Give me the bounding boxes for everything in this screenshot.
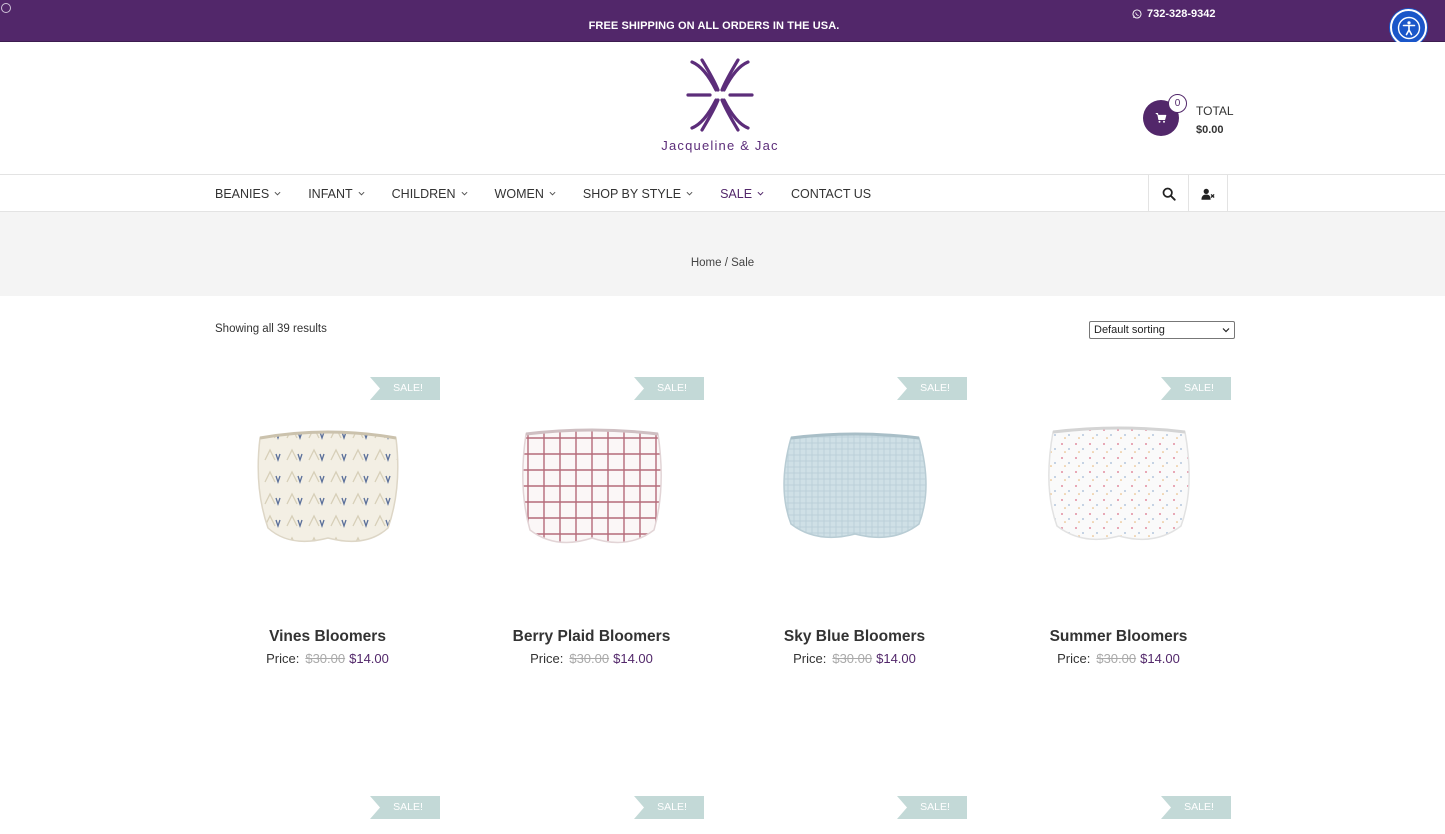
cart-count-badge: 0 bbox=[1168, 94, 1187, 113]
chevron-down-icon bbox=[757, 191, 764, 196]
sale-badge: SALE! bbox=[370, 796, 440, 819]
nav-item-label: INFANT bbox=[308, 186, 353, 201]
chevron-down-icon bbox=[274, 191, 281, 196]
bloomers-image bbox=[257, 430, 399, 542]
nav-item-label: BEANIES bbox=[215, 186, 270, 201]
sale-price: $14.00 bbox=[1140, 651, 1180, 666]
sale-badge: SALE! bbox=[897, 796, 967, 819]
sort-select[interactable]: Default sorting bbox=[1089, 321, 1235, 339]
price-label: Price: bbox=[530, 651, 564, 666]
bloomers-image bbox=[783, 432, 927, 538]
price-label: Price: bbox=[266, 651, 300, 666]
product-name[interactable]: Vines Bloomers bbox=[215, 628, 440, 646]
breadcrumb: Home / Sale bbox=[0, 257, 1445, 269]
chevron-down-icon bbox=[461, 191, 468, 196]
sale-price: $14.00 bbox=[613, 651, 653, 666]
user-icon bbox=[1201, 188, 1215, 200]
result-count: Showing all 39 results bbox=[215, 323, 327, 335]
product-image-berry-plaid-bloomers[interactable] bbox=[479, 385, 704, 585]
main-navigation: BEANIES INFANT CHILDREN WOMEN SHOP BY ST… bbox=[0, 175, 1445, 212]
price-label: Price: bbox=[1057, 651, 1091, 666]
chevron-down-icon bbox=[358, 191, 365, 196]
price-label: Price: bbox=[793, 651, 827, 666]
whatsapp-icon bbox=[1132, 9, 1142, 19]
search-button[interactable] bbox=[1148, 175, 1188, 212]
phone-number: 732-328-9342 bbox=[1147, 8, 1216, 20]
chevron-down-icon bbox=[686, 191, 693, 196]
corner-circle-icon bbox=[1, 3, 11, 13]
sale-price: $14.00 bbox=[876, 651, 916, 666]
sale-price: $14.00 bbox=[349, 651, 389, 666]
nav-item-beanies[interactable]: BEANIES bbox=[215, 187, 281, 201]
account-button[interactable] bbox=[1188, 175, 1228, 212]
nav-item-label: CONTACT US bbox=[791, 186, 872, 201]
original-price: $30.00 bbox=[305, 651, 346, 666]
breadcrumb-home-link[interactable]: Home bbox=[691, 257, 722, 269]
original-price: $30.00 bbox=[1096, 651, 1137, 666]
original-price: $30.00 bbox=[832, 651, 873, 666]
accessibility-button[interactable] bbox=[1390, 9, 1427, 46]
chevron-down-icon bbox=[549, 191, 556, 196]
accessibility-icon bbox=[1397, 16, 1420, 39]
product-price: Price: $30.00 $14.00 bbox=[742, 651, 967, 666]
original-price: $30.00 bbox=[569, 651, 610, 666]
sale-badge: SALE! bbox=[634, 796, 704, 819]
product-price: Price: $30.00 $14.00 bbox=[479, 651, 704, 666]
product-image-vines-bloomers[interactable] bbox=[215, 385, 440, 585]
nav-item-label: WOMEN bbox=[494, 186, 544, 201]
nav-item-contact-us[interactable]: CONTACT US bbox=[791, 187, 871, 201]
product-image-sky-blue-bloomers[interactable] bbox=[742, 385, 967, 585]
logo-wordmark: Jacqueline & Jac bbox=[661, 138, 779, 153]
product-name[interactable]: Sky Blue Bloomers bbox=[742, 628, 967, 646]
nav-item-infant[interactable]: INFANT bbox=[308, 186, 365, 201]
shopping-cart-icon bbox=[1155, 113, 1167, 123]
breadcrumb-current: Sale bbox=[731, 257, 755, 269]
sort-selected-value: Default sorting bbox=[1094, 324, 1165, 336]
cart-total-value: $0.00 bbox=[1196, 124, 1224, 136]
search-icon bbox=[1162, 187, 1176, 201]
nav-item-label: CHILDREN bbox=[391, 186, 456, 201]
product-price: Price: $30.00 $14.00 bbox=[215, 651, 440, 666]
breadcrumb-band: Home / Sale bbox=[0, 212, 1445, 296]
product-price: Price: $30.00 $14.00 bbox=[1006, 651, 1231, 666]
nav-item-label: SHOP BY STYLE bbox=[582, 186, 682, 201]
free-shipping-banner: FREE SHIPPING ON ALL ORDERS IN THE USA. bbox=[588, 20, 840, 32]
phone-contact[interactable]: 732-328-9342 bbox=[1132, 8, 1216, 20]
nav-item-shop-by-style[interactable]: SHOP BY STYLE bbox=[583, 187, 693, 201]
nav-item-label: SALE bbox=[720, 186, 753, 201]
site-logo[interactable]: Jacqueline & Jac bbox=[650, 56, 790, 156]
nav-tools bbox=[1148, 175, 1228, 212]
sale-badge: SALE! bbox=[1161, 796, 1231, 819]
nav-item-sale[interactable]: SALE bbox=[720, 187, 764, 201]
site-header: Jacqueline & Jac 0 TOTAL $0.00 bbox=[0, 42, 1445, 175]
bloomers-image bbox=[1048, 426, 1190, 540]
jacqueline-jac-logo-icon bbox=[686, 58, 754, 132]
product-name[interactable]: Summer Bloomers bbox=[1006, 628, 1231, 646]
bloomers-image bbox=[522, 428, 662, 543]
chevron-down-icon bbox=[1222, 328, 1230, 333]
breadcrumb-separator: / bbox=[721, 257, 732, 269]
top-promo-bar: FREE SHIPPING ON ALL ORDERS IN THE USA. … bbox=[0, 0, 1445, 42]
nav-item-children[interactable]: CHILDREN bbox=[392, 187, 468, 201]
nav-item-women[interactable]: WOMEN bbox=[495, 187, 556, 201]
cart-total-label: TOTAL bbox=[1196, 104, 1234, 118]
product-name[interactable]: Berry Plaid Bloomers bbox=[479, 628, 704, 646]
product-image-summer-bloomers[interactable] bbox=[1006, 385, 1231, 585]
